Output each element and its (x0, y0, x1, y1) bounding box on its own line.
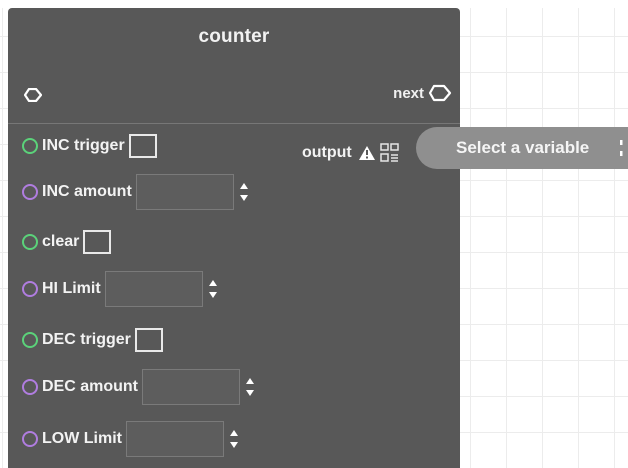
inc-trigger-checkbox[interactable] (128, 134, 157, 158)
dec-amount-field[interactable] (142, 369, 240, 405)
spinner-arrows-icon[interactable] (207, 278, 219, 300)
input-label: LOW Limit (42, 430, 122, 447)
input-row-low-limit: LOW Limit (22, 421, 240, 457)
input-row-inc-amount: INC amount (22, 174, 250, 210)
trigger-port[interactable] (22, 234, 38, 250)
next-label: next (393, 84, 424, 102)
output-port: output (302, 142, 400, 164)
input-label: DEC trigger (42, 331, 131, 348)
select-caret-icon (620, 140, 623, 156)
flow-in-port-icon[interactable] (24, 88, 42, 102)
number-port[interactable] (22, 379, 38, 395)
hi-limit-field[interactable] (104, 271, 203, 307)
node-title: counter (198, 26, 270, 47)
input-row-dec-amount: DEC amount (22, 369, 256, 405)
input-label: DEC amount (42, 378, 138, 395)
output-label: output (302, 144, 352, 161)
number-port[interactable] (22, 184, 38, 200)
dec-trigger-checkbox[interactable] (134, 328, 163, 352)
spinner-arrows-icon[interactable] (228, 428, 240, 450)
counter-node[interactable]: counter next INC trigger INC amount clea… (8, 8, 460, 468)
number-port[interactable] (22, 281, 38, 297)
variable-icon[interactable] (380, 142, 400, 164)
header-divider (8, 123, 460, 124)
input-row-dec-trigger: DEC trigger (22, 328, 163, 352)
top-border (0, 0, 628, 8)
input-label: clear (42, 233, 80, 250)
input-row-inc-trigger: INC trigger (22, 134, 157, 158)
input-label: HI Limit (42, 280, 101, 297)
warning-icon (358, 146, 375, 160)
input-label: INC trigger (42, 137, 125, 154)
clear-checkbox[interactable] (83, 230, 112, 254)
input-row-clear: clear (22, 230, 112, 254)
flow-next-port-icon[interactable] (428, 84, 452, 102)
variable-select[interactable]: Select a variable (416, 127, 628, 169)
input-label: INC amount (42, 183, 132, 200)
trigger-port[interactable] (22, 138, 38, 154)
flow-next-port[interactable]: next (393, 84, 452, 102)
trigger-port[interactable] (22, 332, 38, 348)
spinner-arrows-icon[interactable] (238, 181, 250, 203)
low-limit-field[interactable] (125, 421, 224, 457)
number-port[interactable] (22, 431, 38, 447)
spinner-arrows-icon[interactable] (244, 376, 256, 398)
input-row-hi-limit: HI Limit (22, 271, 219, 307)
inc-amount-field[interactable] (135, 174, 234, 210)
variable-select-label: Select a variable (456, 138, 590, 157)
